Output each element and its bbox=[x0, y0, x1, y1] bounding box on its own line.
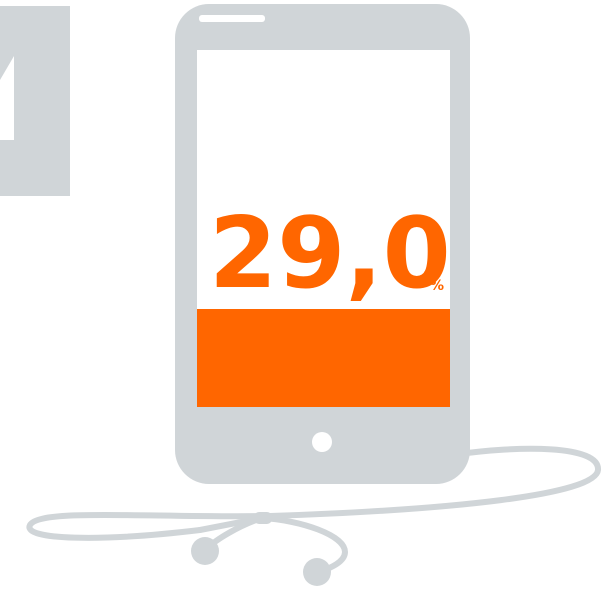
home-button bbox=[312, 432, 332, 452]
phone-speaker bbox=[199, 15, 265, 22]
infographic-canvas: 29,0 % bbox=[0, 4, 601, 586]
right-earbud bbox=[303, 558, 331, 586]
value-label: 29,0 bbox=[209, 197, 451, 311]
cable-splitter bbox=[254, 512, 272, 524]
level-fill-bar bbox=[197, 309, 450, 407]
earbuds bbox=[191, 512, 331, 586]
left-earbud bbox=[191, 537, 219, 565]
unit-label: % bbox=[430, 278, 444, 294]
partial-device-icon bbox=[0, 6, 70, 196]
